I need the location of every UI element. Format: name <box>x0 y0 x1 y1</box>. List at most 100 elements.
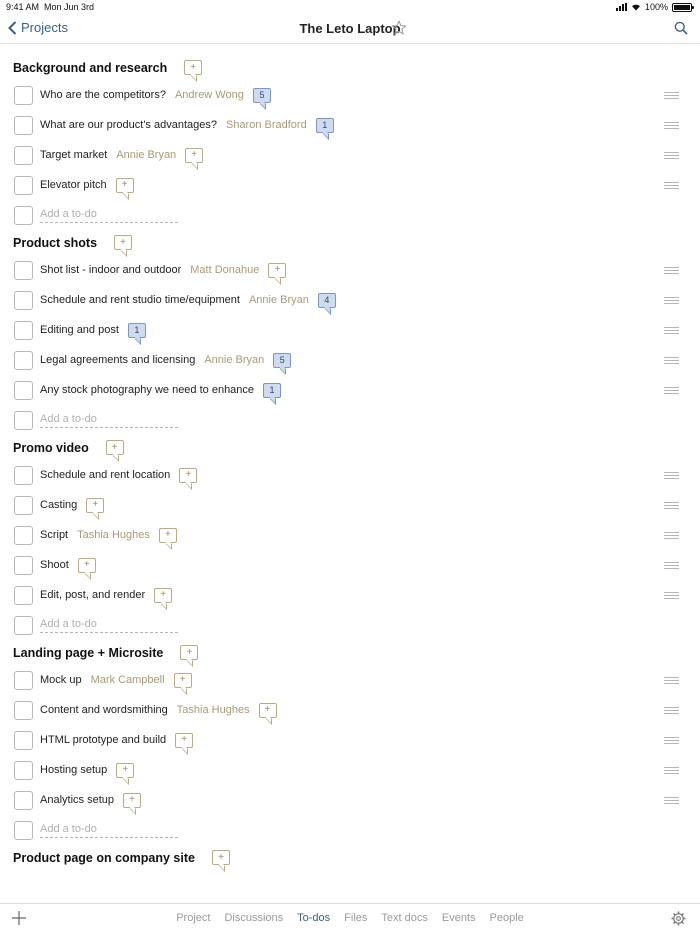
todo-checkbox[interactable] <box>14 290 33 310</box>
todo-text[interactable]: Script <box>40 529 68 541</box>
drag-handle-icon[interactable] <box>664 532 679 539</box>
todo-assignee[interactable]: Tashia Hughes <box>77 529 150 541</box>
todo-assignee[interactable]: Tashia Hughes <box>177 704 250 716</box>
drag-handle-icon[interactable] <box>664 357 679 364</box>
add-comment-button[interactable]: + <box>175 732 194 748</box>
drag-handle-icon[interactable] <box>664 592 679 599</box>
todo-checkbox[interactable] <box>14 820 33 840</box>
todo-text[interactable]: Schedule and rent studio time/equipment <box>40 294 240 306</box>
drag-handle-icon[interactable] <box>664 182 679 189</box>
drag-handle-icon[interactable] <box>664 502 679 509</box>
todo-checkbox[interactable] <box>14 700 33 720</box>
todo-checkbox[interactable] <box>14 525 33 545</box>
add-comment-button[interactable]: + <box>86 497 105 513</box>
tab-discussions[interactable]: Discussions <box>224 912 283 924</box>
todo-checkbox[interactable] <box>14 380 33 400</box>
todo-text[interactable]: HTML prototype and build <box>40 734 166 746</box>
todo-assignee[interactable]: Annie Bryan <box>204 354 264 366</box>
todo-assignee[interactable]: Sharon Bradford <box>226 119 307 131</box>
todo-checkbox[interactable] <box>14 260 33 280</box>
todo-checkbox[interactable] <box>14 410 33 430</box>
add-comment-button[interactable]: + <box>122 792 141 808</box>
drag-handle-icon[interactable] <box>664 152 679 159</box>
add-comment-button[interactable]: + <box>180 645 199 660</box>
add-todo-input[interactable]: Add a to-do <box>40 823 178 838</box>
drag-handle-icon[interactable] <box>664 122 679 129</box>
drag-handle-icon[interactable] <box>664 707 679 714</box>
todo-text[interactable]: Analytics setup <box>40 794 114 806</box>
drag-handle-icon[interactable] <box>664 387 679 394</box>
add-comment-button[interactable]: + <box>184 60 203 75</box>
comment-count-badge[interactable]: 1 <box>263 382 282 398</box>
add-comment-button[interactable]: + <box>268 262 287 278</box>
todo-text[interactable]: Casting <box>40 499 77 511</box>
todo-checkbox[interactable] <box>14 175 33 195</box>
todo-assignee[interactable]: Annie Bryan <box>249 294 309 306</box>
todo-list-scroll[interactable]: Background and research + Who are the comp… <box>0 44 700 903</box>
drag-handle-icon[interactable] <box>664 267 679 274</box>
todo-checkbox[interactable] <box>14 85 33 105</box>
drag-handle-icon[interactable] <box>664 767 679 774</box>
add-comment-button[interactable]: + <box>116 762 135 778</box>
todo-text[interactable]: Legal agreements and licensing <box>40 354 195 366</box>
drag-handle-icon[interactable] <box>664 562 679 569</box>
comment-count-badge[interactable]: 5 <box>273 352 292 368</box>
drag-handle-icon[interactable] <box>664 297 679 304</box>
todo-assignee[interactable]: Andrew Wong <box>175 89 244 101</box>
comment-count-badge[interactable]: 1 <box>127 322 146 338</box>
todo-assignee[interactable]: Matt Donahue <box>190 264 259 276</box>
todo-checkbox[interactable] <box>14 555 33 575</box>
todo-text[interactable]: Target market <box>40 149 107 161</box>
todo-assignee[interactable]: Annie Bryan <box>116 149 176 161</box>
todo-checkbox[interactable] <box>14 115 33 135</box>
todo-text[interactable]: Edit, post, and render <box>40 589 145 601</box>
add-todo-input[interactable]: Add a to-do <box>40 413 178 428</box>
todo-text[interactable]: Content and wordsmithing <box>40 704 168 716</box>
todo-text[interactable]: Shot list - indoor and outdoor <box>40 264 181 276</box>
tab-files[interactable]: Files <box>344 912 367 924</box>
todo-checkbox[interactable] <box>14 145 33 165</box>
add-comment-button[interactable]: + <box>105 440 124 455</box>
todo-text[interactable]: Any stock photography we need to enhance <box>40 384 254 396</box>
drag-handle-icon[interactable] <box>664 472 679 479</box>
todo-checkbox[interactable] <box>14 320 33 340</box>
drag-handle-icon[interactable] <box>664 677 679 684</box>
add-comment-button[interactable]: + <box>211 850 230 865</box>
todo-text[interactable]: Who are the competitors? <box>40 89 166 101</box>
back-to-projects-button[interactable]: Projects <box>8 20 68 35</box>
add-todo-input[interactable]: Add a to-do <box>40 618 178 633</box>
todo-text[interactable]: Editing and post <box>40 324 119 336</box>
todo-checkbox[interactable] <box>14 205 33 225</box>
todo-checkbox[interactable] <box>14 495 33 515</box>
comment-count-badge[interactable]: 4 <box>317 292 336 308</box>
tab-to-dos[interactable]: To-dos <box>297 912 330 924</box>
add-comment-button[interactable]: + <box>77 557 96 573</box>
add-comment-button[interactable]: + <box>185 147 204 163</box>
add-comment-button[interactable]: + <box>154 587 173 603</box>
add-comment-button[interactable]: + <box>114 235 133 250</box>
todo-text[interactable]: What are our product's advantages? <box>40 119 217 131</box>
todo-text[interactable]: Elevator pitch <box>40 179 107 191</box>
comment-count-badge[interactable]: 1 <box>315 117 334 133</box>
todo-checkbox[interactable] <box>14 350 33 370</box>
todo-checkbox[interactable] <box>14 585 33 605</box>
add-comment-button[interactable]: + <box>158 527 177 543</box>
todo-checkbox[interactable] <box>14 730 33 750</box>
gear-icon[interactable] <box>671 911 686 926</box>
tab-text-docs[interactable]: Text docs <box>381 912 427 924</box>
tab-people[interactable]: People <box>490 912 524 924</box>
star-icon[interactable] <box>391 20 407 36</box>
add-comment-button[interactable]: + <box>115 177 134 193</box>
drag-handle-icon[interactable] <box>664 92 679 99</box>
add-comment-button[interactable]: + <box>179 467 198 483</box>
tab-events[interactable]: Events <box>442 912 476 924</box>
drag-handle-icon[interactable] <box>664 737 679 744</box>
add-comment-button[interactable]: + <box>258 702 277 718</box>
todo-checkbox[interactable] <box>14 790 33 810</box>
tab-project[interactable]: Project <box>176 912 210 924</box>
todo-checkbox[interactable] <box>14 615 33 635</box>
todo-text[interactable]: Mock up <box>40 674 82 686</box>
todo-checkbox[interactable] <box>14 465 33 485</box>
todo-checkbox[interactable] <box>14 760 33 780</box>
add-comment-button[interactable]: + <box>173 672 192 688</box>
